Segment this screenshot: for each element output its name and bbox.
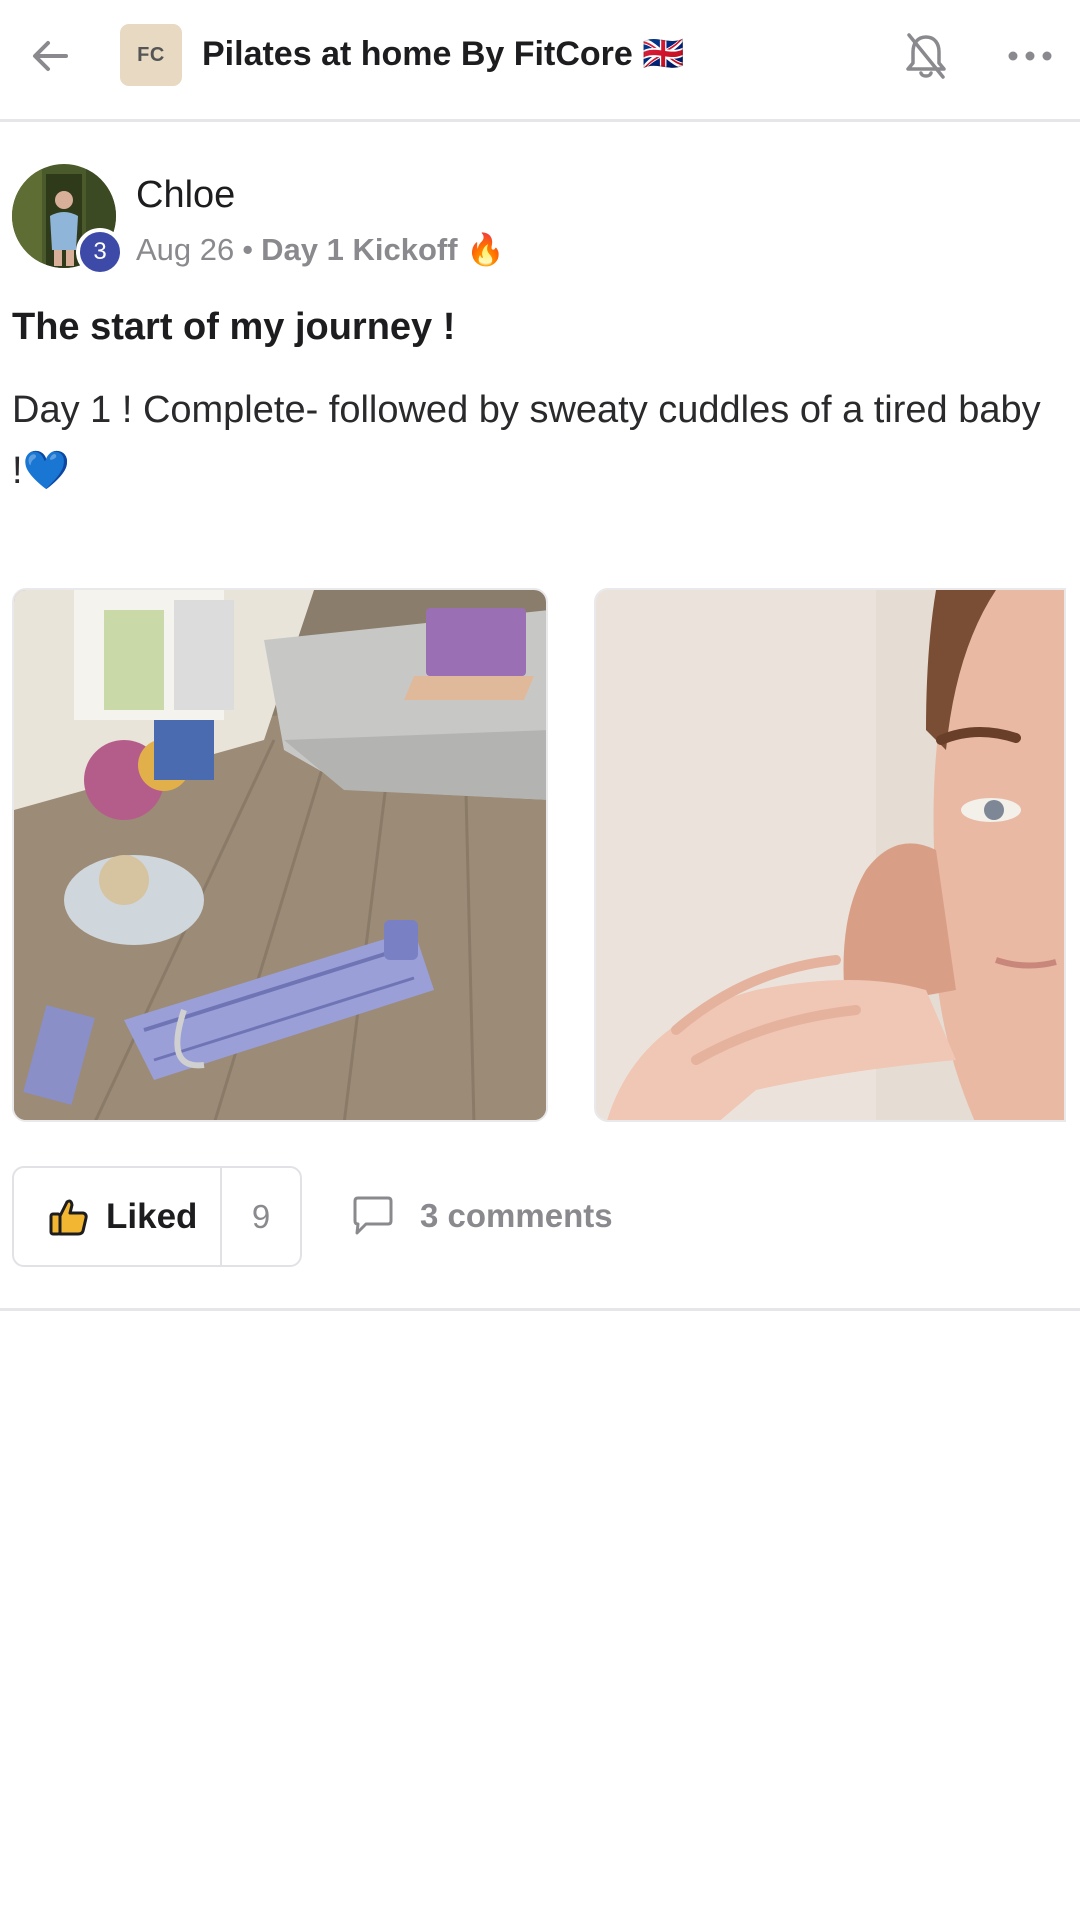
like-label: Liked <box>106 1196 198 1236</box>
thumbs-up-icon <box>49 1199 88 1235</box>
level-badge: 3 <box>76 228 124 276</box>
post-title: The start of my journey ! <box>12 306 456 348</box>
selfie-with-baby-photo <box>596 590 1064 1120</box>
notifications-button[interactable] <box>896 26 956 86</box>
living-room-photo <box>14 590 546 1120</box>
more-horizontal-icon <box>1008 51 1052 61</box>
author-name[interactable]: Chloe <box>136 170 235 220</box>
comments-button[interactable]: 3 comments <box>350 1188 613 1244</box>
like-count[interactable]: 9 <box>222 1168 300 1265</box>
post-meta: Aug 26 • Day 1 Kickoff 🔥 <box>136 228 505 272</box>
meta-separator: • <box>242 232 254 267</box>
post-image-2[interactable] <box>594 588 1066 1122</box>
post-body: Day 1 ! Complete- followed by sweaty cud… <box>12 389 1041 492</box>
post-date: Aug 26 <box>136 232 235 267</box>
back-arrow-icon <box>33 41 68 71</box>
group-title[interactable]: Pilates at home By FitCore 🇬🇧 <box>202 32 685 76</box>
like-button[interactable]: Liked <box>14 1168 222 1265</box>
group-logo[interactable]: FC <box>120 24 182 86</box>
like-group: Liked 9 <box>12 1166 302 1267</box>
post-image-1[interactable] <box>12 588 548 1122</box>
bell-off-icon <box>906 33 946 79</box>
post-divider <box>0 1308 1080 1311</box>
more-options-button[interactable] <box>998 26 1062 86</box>
comment-icon <box>353 1196 393 1235</box>
back-button[interactable] <box>20 26 80 86</box>
top-app-bar: FC Pilates at home By FitCore 🇬🇧 <box>0 0 1080 122</box>
comments-label: 3 comments <box>420 1197 613 1234</box>
space-link[interactable]: Day 1 Kickoff 🔥 <box>261 232 505 267</box>
